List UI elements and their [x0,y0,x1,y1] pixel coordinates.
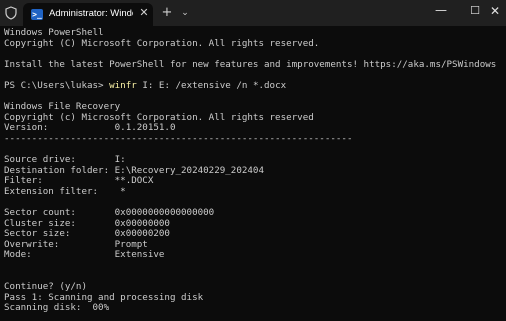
console-header: Windows PowerShell Copyright (C) Microso… [4,28,497,70]
close-button[interactable]: ✕ [484,0,506,22]
tab-powershell[interactable]: >_ Administrator: Windows PowerShell ✕ [23,3,153,26]
minimize-button[interactable]: — [424,0,458,22]
powershell-icon: >_ [31,9,43,20]
terminal-window: >_ Administrator: Windows PowerShell ✕ +… [0,0,506,321]
console-output[interactable]: Windows PowerShell Copyright (C) Microso… [4,28,504,321]
console-results: Windows File Recovery Copyright (c) Micr… [4,101,353,314]
tab-title: Administrator: Windows PowerShell [49,8,133,19]
new-tab-button[interactable]: + [160,6,174,20]
console-command: winfr [109,79,137,91]
console-prompt: PS C:\Users\lukas> [4,79,110,91]
chevron-down-icon[interactable]: ⌄ [178,6,192,20]
console-command-args: I: E: /extensive /n *.docx [136,79,287,91]
tab-close-icon[interactable]: ✕ [138,6,150,20]
title-bar: >_ Administrator: Windows PowerShell ✕ +… [0,0,506,26]
shield-icon [5,6,17,20]
